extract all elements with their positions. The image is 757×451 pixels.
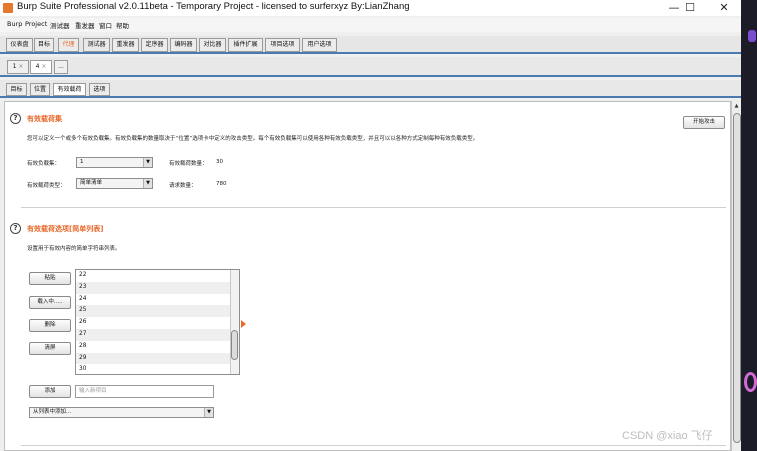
list-item[interactable]: 30 (76, 364, 239, 374)
menu-project[interactable]: Project (25, 20, 47, 28)
tab-proxy[interactable]: 代理 (58, 38, 79, 52)
title-bar: Burp Suite Professional v2.0.11beta - Te… (0, 0, 741, 16)
burp-window: Burp Suite Professional v2.0.11beta - Te… (0, 0, 741, 451)
window-title: Burp Suite Professional v2.0.11beta - Te… (17, 1, 410, 12)
menu-intruder[interactable]: 测试器 (50, 20, 70, 30)
request-tab-1[interactable]: 1 × (7, 60, 29, 74)
help-icon[interactable]: ? (10, 223, 21, 234)
list-item[interactable]: 27 (76, 328, 239, 341)
burp-icon (3, 3, 13, 13)
menu-window[interactable]: 窗口 (99, 20, 112, 30)
help-icon[interactable]: ? (10, 113, 21, 124)
tab-project-options[interactable]: 项目选项 (265, 38, 300, 52)
new-tab-button[interactable]: ... (54, 60, 68, 74)
payload-options-description: 设置用于有效内容的简单字符串列表。 (27, 246, 121, 252)
subtab-payloads[interactable]: 有效载荷 (53, 83, 86, 96)
list-item[interactable]: 28 (76, 341, 239, 353)
payload-list[interactable]: 22 23 24 25 26 27 28 29 30 (75, 269, 240, 375)
clear-button[interactable]: 清屏 (29, 342, 71, 355)
new-item-input[interactable]: 输入新项目 (75, 385, 214, 398)
panel-scroll-thumb[interactable] (733, 113, 741, 443)
tab-comparer[interactable]: 对比器 (199, 38, 226, 52)
add-button[interactable]: 添加 (29, 385, 71, 398)
section-divider (21, 445, 726, 446)
menu-help[interactable]: 帮助 (116, 20, 129, 30)
request-tab-label: 4 (35, 63, 40, 70)
request-count-value: 780 (216, 181, 227, 187)
list-item[interactable]: 24 (76, 294, 239, 306)
main-tab-bar: 仪表盘 目标 代理 测试器 重发器 定序器 编码器 对比器 插件扩展 项目选项 … (0, 36, 741, 54)
payload-count-label: 有效载荷数量： (169, 161, 208, 167)
chevron-down-icon: ▼ (143, 179, 152, 188)
request-tab-4[interactable]: 4 × (30, 60, 52, 74)
list-item[interactable]: 25 (76, 305, 239, 318)
load-button[interactable]: 载入中..... (29, 296, 71, 309)
menu-burp[interactable]: Burp (7, 20, 22, 28)
payloads-panel: ? 有效载荷集 开始攻击 您可以定义一个或多个有效负载集。有效负载集的数量取决于… (4, 101, 731, 451)
request-tab-bar: 1 × 4 × ... (0, 57, 741, 77)
payload-type-select[interactable]: 简单清单 ▼ (76, 178, 153, 189)
chevron-down-icon: ▼ (204, 408, 213, 417)
close-button[interactable]: ✕ (706, 0, 741, 16)
remove-button[interactable]: 删除 (29, 319, 71, 332)
request-tab-label: 1 (12, 63, 17, 70)
payload-type-value: 简单清单 (80, 180, 103, 186)
add-from-list-value: 从列表中添加... (33, 409, 72, 415)
payload-set-value: 1 (80, 159, 84, 165)
payload-options-title: 有效载荷选项[简单列表] (27, 225, 104, 233)
desktop-decoration (744, 372, 757, 392)
list-item[interactable]: 23 (76, 281, 239, 294)
subtab-target[interactable]: 目标 (6, 83, 27, 96)
chevron-down-icon: ▼ (143, 158, 152, 167)
list-scrollbar[interactable] (230, 270, 239, 374)
tab-dashboard[interactable]: 仪表盘 (6, 38, 33, 52)
menu-bar: Burp Project 测试器 重发器 窗口 帮助 (0, 18, 741, 32)
list-item[interactable]: 26 (76, 317, 239, 329)
tab-user-options[interactable]: 用户选项 (302, 38, 337, 52)
watermark: CSDN @xiao 飞仔 (622, 430, 713, 442)
intruder-sub-tab-bar: 目标 位置 有效载荷 选项 (0, 80, 741, 98)
payload-sets-description: 您可以定义一个或多个有效负载集。有效负载集的数量取决于“位置”选项卡中定义的攻击… (27, 136, 479, 142)
payload-count-value: 30 (216, 159, 223, 165)
close-tab-icon[interactable]: × (18, 63, 23, 70)
add-from-list-select[interactable]: 从列表中添加... ▼ (29, 407, 214, 418)
start-attack-button[interactable]: 开始攻击 (683, 116, 725, 129)
tab-extender[interactable]: 插件扩展 (228, 38, 263, 52)
payload-set-select[interactable]: 1 ▼ (76, 157, 153, 168)
paste-button[interactable]: 粘贴 (29, 272, 71, 285)
payload-set-label: 有效负载集： (27, 161, 61, 167)
close-tab-icon[interactable]: × (41, 63, 46, 70)
tab-repeater[interactable]: 重发器 (112, 38, 139, 52)
panel-scrollbar[interactable]: ▲ (731, 101, 741, 451)
list-item[interactable]: 22 (76, 270, 239, 282)
tab-decoder[interactable]: 编码器 (170, 38, 197, 52)
menu-repeater[interactable]: 重发器 (75, 20, 95, 30)
tab-target[interactable]: 目标 (34, 38, 54, 52)
section-divider (21, 207, 726, 208)
expand-arrow-icon[interactable] (241, 320, 246, 328)
list-item[interactable]: 29 (76, 352, 239, 365)
subtab-options[interactable]: 选项 (89, 83, 110, 96)
payload-sets-title: 有效载荷集 (27, 115, 62, 123)
chevron-up-icon[interactable]: ▲ (733, 103, 740, 111)
desktop-decoration (748, 30, 756, 42)
maximize-button[interactable]: ☐ (672, 0, 708, 16)
payload-type-label: 有效载荷类型： (27, 183, 66, 189)
request-count-label: 请求数量： (169, 183, 197, 189)
subtab-positions[interactable]: 位置 (30, 83, 50, 96)
tab-sequencer[interactable]: 定序器 (141, 38, 168, 52)
list-scroll-thumb[interactable] (231, 330, 238, 360)
tab-intruder[interactable]: 测试器 (83, 38, 110, 52)
